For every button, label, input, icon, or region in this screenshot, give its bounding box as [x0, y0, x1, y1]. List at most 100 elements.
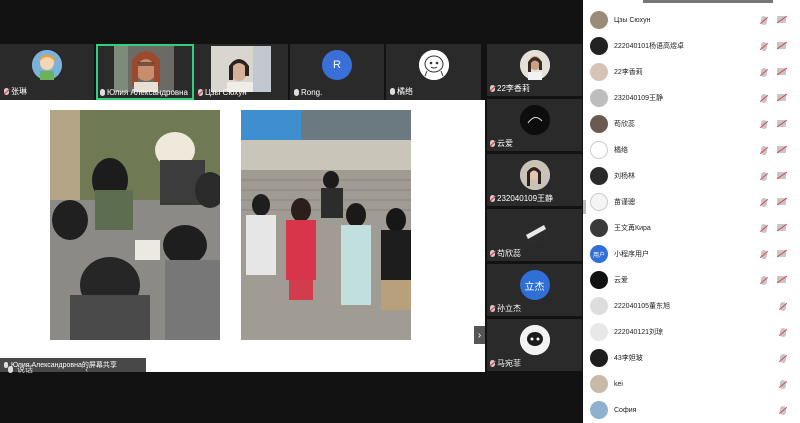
participant-row[interactable]: Цзы Сюхун — [583, 7, 800, 33]
participant-name: 43李妲玻 — [614, 355, 643, 362]
participant-row[interactable]: 222040101杨语高煜卓 — [583, 33, 800, 59]
camera-off-icon[interactable] — [777, 93, 786, 101]
camera-off-icon[interactable] — [777, 119, 786, 127]
mic-muted-icon — [490, 85, 495, 92]
camera-off-icon[interactable] — [777, 145, 786, 153]
video-tile[interactable]: 云爱 — [487, 99, 582, 151]
participant-name: 222040105董东旭 — [614, 303, 671, 310]
video-tile[interactable]: 苟欣蕊 — [487, 209, 582, 261]
video-tile[interactable]: 22李香莉 — [487, 44, 582, 96]
mic-muted-icon[interactable] — [761, 15, 767, 25]
video-tile[interactable]: 立杰 孙立杰 — [487, 264, 582, 316]
next-page-button[interactable]: › — [474, 326, 485, 344]
participants-panel: Цзы Сюхун 222040101杨语高煜卓 22李香莉 232040109王静苟… — [583, 0, 800, 423]
video-tile[interactable]: 马宛菲 — [487, 319, 582, 371]
participant-row[interactable]: 43李妲玻 — [583, 345, 800, 371]
video-tile[interactable]: 张琳 — [0, 44, 96, 100]
participant-name: 22李香莉 — [614, 69, 643, 76]
participant-name: 云爱 — [614, 277, 628, 284]
avatar: 立杰 — [519, 270, 550, 300]
camera-off-icon[interactable] — [777, 223, 786, 231]
avatar — [590, 63, 608, 81]
chevron-right-icon: › — [477, 329, 482, 341]
mic-muted-icon[interactable] — [780, 327, 786, 337]
participant-row[interactable]: 苗谨骢 — [583, 189, 800, 215]
avatar — [32, 50, 62, 80]
participant-name: 222040101杨语高煜卓 — [614, 43, 685, 50]
shared-photo-right — [241, 110, 411, 340]
camera-off-icon[interactable] — [777, 67, 786, 75]
panel-drag-handle[interactable] — [643, 0, 773, 3]
mic-muted-icon[interactable] — [780, 353, 786, 363]
speaking-label: 说话 — [17, 364, 33, 374]
screen-share-view: › — [0, 100, 485, 372]
mic-muted-icon[interactable] — [761, 145, 767, 155]
participant-row[interactable]: kei — [583, 371, 800, 397]
avatar — [590, 89, 608, 107]
participant-row[interactable]: 云爱 — [583, 267, 800, 293]
video-tile[interactable]: Цзы Сюхун — [194, 44, 290, 100]
scrollbar[interactable] — [583, 200, 586, 214]
video-tile[interactable]: 232040109王静 — [487, 154, 582, 206]
participant-row[interactable]: 橘络 — [583, 137, 800, 163]
camera-off-icon[interactable] — [777, 275, 786, 283]
avatar — [590, 167, 608, 185]
avatar — [590, 349, 608, 367]
participant-name: Цзы Сюхун — [614, 16, 651, 24]
mic-muted-icon[interactable] — [761, 197, 767, 207]
mic-muted-icon — [4, 88, 9, 95]
avatar — [590, 219, 608, 237]
mic-muted-icon — [490, 360, 495, 367]
participant-row[interactable]: 222040105董东旭 — [583, 293, 800, 319]
camera-off-icon[interactable] — [777, 171, 786, 179]
participant-name: 刘杨林 — [614, 173, 635, 180]
participant-row[interactable]: 刘杨林 — [583, 163, 800, 189]
participant-row[interactable]: 232040109王静 — [583, 85, 800, 111]
chevron-left-icon[interactable]: ‹ — [85, 365, 88, 374]
mic-icon — [100, 89, 105, 96]
participant-row[interactable]: София — [583, 397, 800, 423]
video-tile[interactable]: 橘络 — [386, 44, 483, 100]
mic-muted-icon[interactable] — [761, 67, 767, 77]
participant-row[interactable]: 用户 小程序用户 — [583, 241, 800, 267]
participant-row[interactable]: 王文苒Кира — [583, 215, 800, 241]
mic-muted-icon — [490, 250, 495, 257]
participant-row[interactable]: 苟欣蕊 — [583, 111, 800, 137]
mic-muted-icon[interactable] — [761, 119, 767, 129]
avatar — [519, 325, 550, 355]
mic-muted-icon[interactable] — [780, 301, 786, 311]
camera-off-icon[interactable] — [777, 15, 786, 23]
participant-row[interactable]: 22李香莉 — [583, 59, 800, 85]
participant-name: 232040109王静 — [497, 194, 554, 203]
avatar — [519, 160, 550, 190]
mic-muted-icon[interactable] — [761, 249, 767, 259]
avatar — [590, 401, 608, 419]
avatar — [590, 115, 608, 133]
avatar — [590, 193, 608, 211]
mic-muted-icon[interactable] — [761, 223, 767, 233]
avatar: 用户 — [590, 245, 608, 263]
video-feed — [114, 46, 174, 92]
video-tile[interactable]: R Rong. — [290, 44, 386, 100]
avatar — [590, 271, 608, 289]
camera-off-icon[interactable] — [777, 249, 786, 257]
mic-muted-icon[interactable] — [761, 275, 767, 285]
mic-muted-icon[interactable] — [780, 379, 786, 389]
participant-name: 马宛菲 — [497, 359, 521, 368]
participant-row[interactable]: 222040121刘琼 — [583, 319, 800, 345]
mic-muted-icon[interactable] — [761, 41, 767, 51]
video-tile-active-speaker[interactable]: Юлия Александровна — [96, 44, 194, 100]
participant-name: 苗谨骢 — [614, 199, 635, 206]
mic-muted-icon[interactable] — [761, 171, 767, 181]
participant-name: 苟欣蕊 — [497, 249, 521, 258]
mic-icon — [8, 365, 13, 373]
mic-muted-icon[interactable] — [780, 405, 786, 415]
participant-name: Цзы Сюхун — [205, 88, 247, 97]
camera-off-icon[interactable] — [777, 41, 786, 49]
avatar — [590, 323, 608, 341]
participant-name: 张琳 — [11, 87, 27, 96]
avatar — [590, 11, 608, 29]
mic-muted-icon[interactable] — [761, 93, 767, 103]
participant-name: 22李香莉 — [497, 84, 530, 93]
camera-off-icon[interactable] — [777, 197, 786, 205]
